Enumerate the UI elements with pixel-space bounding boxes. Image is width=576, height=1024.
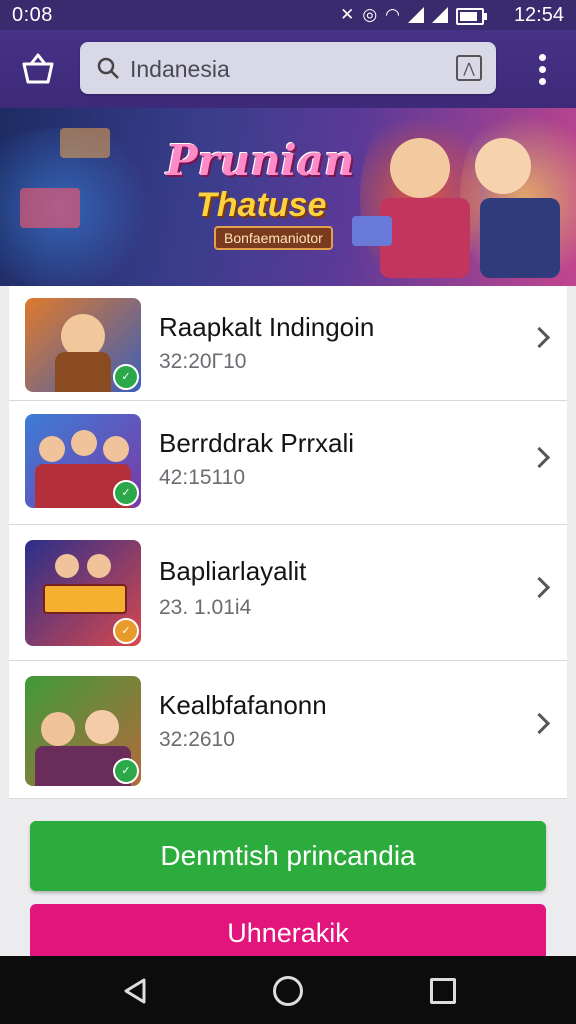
game-title: Kealbfafanonn <box>159 690 327 720</box>
status-bar: 0:08 ✕ ◎ ◠ 12:54 <box>0 0 576 30</box>
game-subtitle: 32:2610 <box>159 728 235 751</box>
list-item[interactable]: ✓ Bapliarlayalit 23. 1.01i4 <box>9 524 567 661</box>
more-vert-icon[interactable] <box>536 52 548 86</box>
search-input[interactable]: Indanesia <box>130 56 230 83</box>
home-icon[interactable] <box>273 976 303 1006</box>
game-thumbnail: ✓ <box>25 414 141 508</box>
list-item[interactable]: ✓ Berrddrak Prrxali 42:15110 <box>9 400 567 525</box>
signal-icon <box>408 7 424 23</box>
platform-badge-icon: ✓ <box>113 618 139 644</box>
search-bar[interactable]: Indanesia ⋀ <box>80 42 496 94</box>
list-item[interactable]: ✓ Raapkalt Indingoin 32:20Γ10 <box>9 286 567 401</box>
search-icon <box>97 57 119 79</box>
game-subtitle: 32:20Γ10 <box>159 350 247 373</box>
mute-icon: ✕ <box>340 5 355 24</box>
app-bar: Indanesia ⋀ <box>0 30 576 108</box>
back-icon[interactable] <box>120 976 150 1006</box>
chevron-right-icon <box>528 712 551 735</box>
promo-banner[interactable]: Prunian Thatuse Bonfaemaniotor <box>0 108 576 286</box>
game-list: ✓ Raapkalt Indingoin 32:20Γ10 ✓ Berrddra… <box>9 286 567 799</box>
platform-badge-icon: ✓ <box>113 758 139 784</box>
status-icons: ✕ ◎ ◠ <box>340 5 487 25</box>
game-title: Raapkalt Indingoin <box>159 312 375 342</box>
chevron-right-icon <box>528 576 551 599</box>
game-thumbnail: ✓ <box>25 298 141 392</box>
list-item[interactable]: ✓ Kealbfafanonn 32:2610 <box>9 660 567 799</box>
banner-title: Prunian <box>166 136 355 185</box>
recents-icon[interactable] <box>430 978 456 1004</box>
scan-icon[interactable]: ⋀ <box>456 55 482 81</box>
game-subtitle: 23. 1.01i4 <box>159 596 252 619</box>
game-thumbnail: ✓ <box>25 676 141 786</box>
game-title: Bapliarlayalit <box>159 556 307 586</box>
platform-badge-icon: ✓ <box>113 480 139 506</box>
basket-icon[interactable] <box>20 52 56 86</box>
chevron-right-icon <box>528 446 551 469</box>
chevron-right-icon <box>528 326 551 349</box>
platform-badge-icon: ✓ <box>113 364 139 390</box>
system-nav-bar <box>0 956 576 1024</box>
game-title: Berrddrak Prrxali <box>159 428 355 458</box>
signal-icon-2 <box>432 7 448 23</box>
status-time-right: 12:54 <box>513 4 564 26</box>
game-subtitle: 42:15110 <box>159 466 246 489</box>
banner-title-line2: Thatuse <box>196 186 327 224</box>
alarm-icon: ◎ <box>362 5 378 24</box>
game-thumbnail: ✓ <box>25 540 141 646</box>
wifi-icon: ◠ <box>385 5 400 24</box>
battery-icon <box>456 7 487 25</box>
primary-action-button[interactable]: Denmtish princandia <box>30 821 546 891</box>
banner-subtitle: Bonfaemaniotor <box>214 226 333 250</box>
status-time-left: 0:08 <box>12 4 53 26</box>
